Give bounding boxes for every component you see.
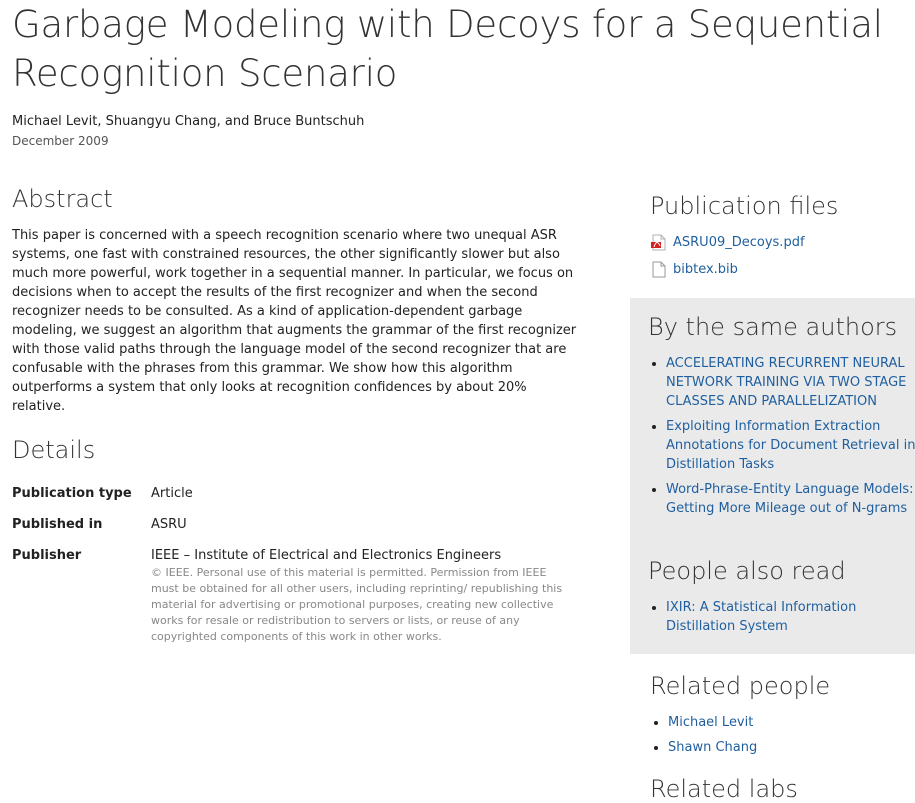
details-label: Published in: [12, 517, 103, 532]
abstract-text: This paper is concerned with a speech re…: [12, 228, 577, 414]
list-item: ACCELERATING RECURRENT NEURAL NETWORK TR…: [666, 354, 915, 411]
list-item: Michael Levit: [668, 713, 908, 732]
file-link-bib[interactable]: bibtex.bib: [673, 262, 738, 277]
same-authors-heading: By the same authors: [648, 313, 898, 341]
details-value: Article: [151, 486, 193, 501]
pdf-icon: [650, 234, 667, 251]
same-authors-link-1[interactable]: ACCELERATING RECURRENT NEURAL NETWORK TR…: [666, 356, 906, 409]
file-item-pdf[interactable]: ASRU09_Decoys.pdf: [650, 234, 805, 251]
same-authors-link-3[interactable]: Word-Phrase-Entity Language Models: Gett…: [666, 482, 914, 516]
related-person-link-1[interactable]: Michael Levit: [668, 715, 753, 730]
related-person-link-2[interactable]: Shawn Chang: [668, 740, 757, 755]
also-read-link-1[interactable]: IXIR: A Statistical Information Distilla…: [666, 600, 856, 634]
file-link-pdf[interactable]: ASRU09_Decoys.pdf: [673, 235, 805, 250]
publication-files-heading: Publication files: [650, 192, 839, 220]
file-icon: [650, 261, 667, 278]
list-item: IXIR: A Statistical Information Distilla…: [666, 598, 915, 636]
details-value: ASRU: [151, 517, 187, 532]
details-value: IEEE – Institute of Electrical and Elect…: [151, 548, 502, 563]
related-people-heading: Related people: [650, 672, 831, 700]
also-read-heading: People also read: [648, 557, 846, 585]
list-item: Exploiting Information Extraction Annota…: [666, 417, 915, 474]
also-read-list: IXIR: A Statistical Information Distilla…: [648, 598, 915, 642]
details-row-published-in: Published in ASRU: [12, 515, 582, 534]
related-labs-heading: Related labs: [650, 775, 798, 803]
publisher-block: IEEE – Institute of Electrical and Elect…: [151, 546, 571, 645]
details-label: Publication type: [12, 486, 132, 501]
publication-date: December 2009: [12, 134, 109, 148]
details-table: Publication type Article Published in AS…: [12, 484, 582, 657]
details-label: Publisher: [12, 548, 82, 563]
file-item-bib[interactable]: bibtex.bib: [650, 261, 738, 278]
same-authors-link-2[interactable]: Exploiting Information Extraction Annota…: [666, 419, 915, 472]
abstract-heading: Abstract: [12, 185, 113, 213]
list-item: Shawn Chang: [668, 738, 908, 757]
details-row-publisher: Publisher IEEE – Institute of Electrical…: [12, 546, 582, 645]
list-item: Word-Phrase-Entity Language Models: Gett…: [666, 480, 915, 518]
related-people-list: Michael Levit Shawn Chang: [650, 713, 908, 763]
details-heading: Details: [12, 436, 96, 464]
details-row-type: Publication type Article: [12, 484, 582, 503]
copyright-notice: © IEEE. Personal use of this material is…: [151, 566, 563, 643]
authors: Michael Levit, Shuangyu Chang, and Bruce…: [12, 114, 365, 129]
page-title: Garbage Modeling with Decoys for a Seque…: [12, 3, 883, 95]
same-authors-list: ACCELERATING RECURRENT NEURAL NETWORK TR…: [648, 354, 915, 524]
